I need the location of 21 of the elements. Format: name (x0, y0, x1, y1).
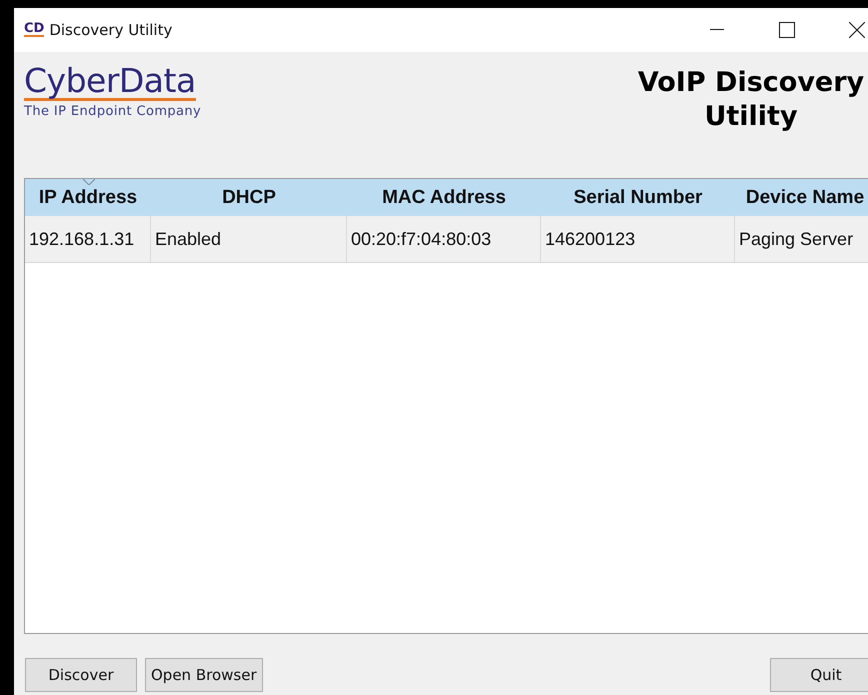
close-icon[interactable] (849, 22, 865, 38)
quit-button[interactable]: Quit (770, 658, 868, 692)
action-button[interactable]: Discover (25, 658, 137, 692)
company-logo: CyberData (24, 64, 196, 101)
column-header[interactable]: DHCP (151, 179, 347, 216)
column-header[interactable]: Serial Number (541, 179, 735, 216)
app-heading: VoIP Discovery Utility (636, 66, 866, 134)
table-cell: 192.168.1.31 (25, 216, 151, 262)
column-header[interactable]: Device Name (735, 179, 868, 216)
table-cell: Paging Server (735, 216, 868, 262)
window-title: Discovery Utility (49, 21, 172, 39)
table-row[interactable]: 192.168.1.31 Enabled 00:20:f7:04:80:03 146200123 Paging Server (25, 216, 868, 263)
company-tagline: The IP Endpoint Company (24, 104, 202, 119)
column-header[interactable]: IP Address (25, 179, 151, 216)
table-cell: 146200123 (541, 216, 735, 262)
column-header[interactable]: MAC Address (347, 179, 541, 216)
action-button[interactable]: Open Browser (145, 658, 263, 692)
maximize-icon[interactable] (779, 22, 795, 38)
table-cell: 00:20:f7:04:80:03 (347, 216, 541, 262)
minimize-icon[interactable] (710, 29, 724, 31)
table-cell: Enabled (151, 216, 347, 262)
